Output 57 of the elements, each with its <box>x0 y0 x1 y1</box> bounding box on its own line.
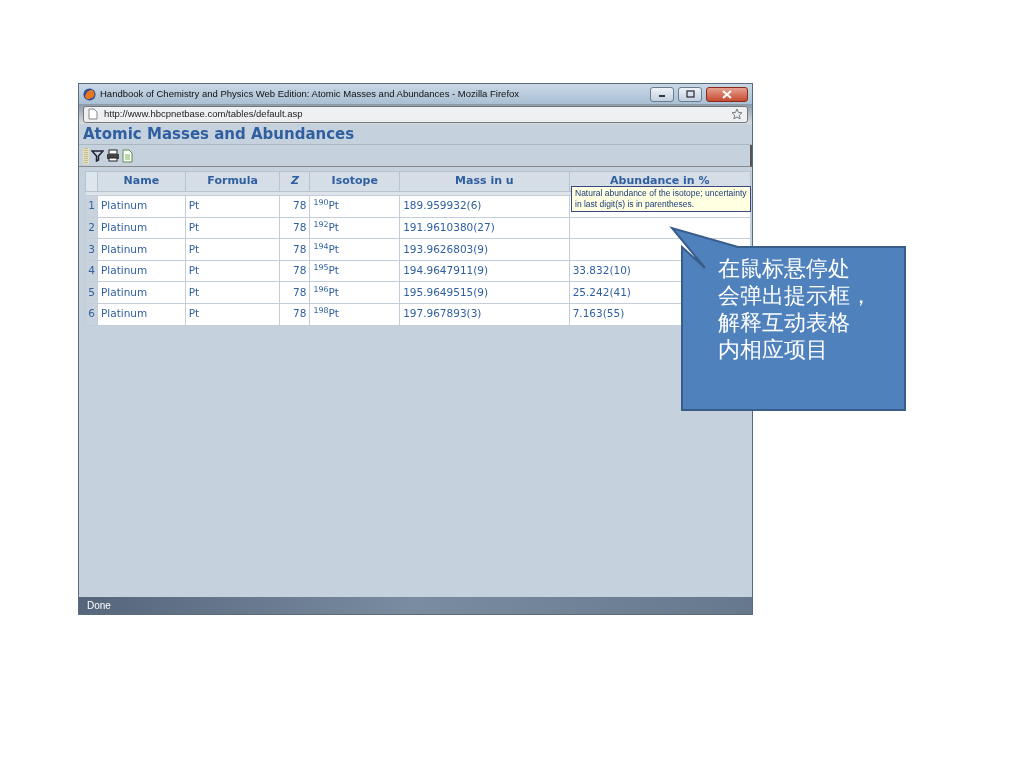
grip-icon <box>83 147 89 164</box>
table-cell: 33.832(10) <box>572 264 631 277</box>
table-cell: Platinum <box>101 221 148 233</box>
table-cell: Pt <box>188 307 200 320</box>
address-bar[interactable]: http://www.hbcpnetbase.com/tables/default.asp <box>83 105 748 123</box>
table-cell: Platinum <box>101 199 148 212</box>
callout-text: 在鼠标悬停处 会弹出提示框， 解释互动表格 内相应项目 <box>718 255 872 363</box>
table-cell: Pt <box>188 199 200 212</box>
row-number: 4 <box>88 264 95 277</box>
page-title: Atomic Masses and Abundances <box>79 124 752 145</box>
minimize-button[interactable] <box>650 86 674 102</box>
filter-icon[interactable] <box>91 149 104 162</box>
table-cell: $^{198}$Pt <box>313 307 339 320</box>
table-cell: 78 <box>293 199 307 212</box>
table-cell: Platinum <box>101 285 148 298</box>
browser-icon <box>83 87 96 101</box>
table-cell: 78 <box>293 221 307 233</box>
maximize-icon <box>685 90 695 98</box>
table-cell: Pt <box>188 242 200 255</box>
status-bar: Done <box>79 597 752 614</box>
star-icon[interactable] <box>731 108 743 120</box>
close-icon <box>722 89 732 99</box>
table-cell: 78 <box>293 285 307 298</box>
table-cell: Pt <box>188 285 200 298</box>
table-cell: Pt <box>188 221 200 233</box>
table-cell: 194.9647911(9) <box>403 264 489 277</box>
table-cell: $^{192}$Pt <box>313 221 339 233</box>
row-number: 1 <box>88 199 95 212</box>
table-cell: Platinum <box>101 242 148 255</box>
row-number: 3 <box>88 242 95 255</box>
tooltip: Natural abundance of the isotope; uncertainty in last digit(s) is in parentheses. <box>571 186 751 212</box>
table-cell: $^{195}$Pt <box>313 264 339 277</box>
table-cell: $^{190}$Pt <box>313 199 339 212</box>
window-title: Handbook of Chemistry and Physics Web Edition: Atomic Masses and Abundances - Mozilla Firefox <box>100 86 521 101</box>
table-cell: 197.967893(3) <box>403 307 482 320</box>
table-cell: 193.9626803(9) <box>403 242 489 255</box>
table-cell: Platinum <box>101 307 148 320</box>
table-cell: 78 <box>293 242 307 255</box>
close-button[interactable] <box>706 86 748 102</box>
row-number: 5 <box>88 285 95 298</box>
table-cell: $^{194}$Pt <box>313 242 339 255</box>
table-cell: 195.9649515(9) <box>403 285 489 298</box>
table-cell: 191.9610380(27) <box>403 221 495 233</box>
table-cell: 25.242(41) <box>572 285 631 298</box>
row-number: 2 <box>88 221 95 233</box>
page-icon <box>88 108 98 120</box>
table-cell: 78 <box>293 307 307 320</box>
table-cell: 7.163(55) <box>572 307 625 320</box>
table-cell: $^{196}$Pt <box>313 285 339 298</box>
maximize-button[interactable] <box>678 86 702 102</box>
table-cell: Platinum <box>101 264 148 277</box>
table-cell: 78 <box>293 264 307 277</box>
printer-icon[interactable] <box>106 149 120 162</box>
row-number: 6 <box>88 307 95 320</box>
table-cell: 189.959932(6) <box>403 199 482 212</box>
column-header[interactable]: Z <box>290 174 299 188</box>
table-cell: Pt <box>188 264 200 277</box>
